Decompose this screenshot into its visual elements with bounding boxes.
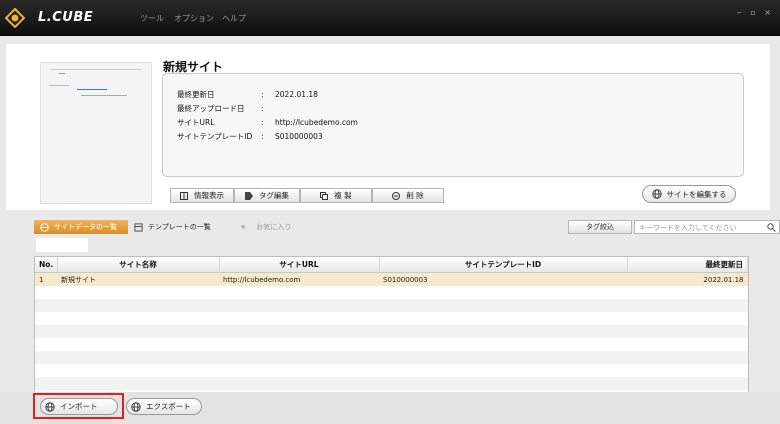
tag-filter-button[interactable]: タグ絞込 [568,220,632,234]
info-button[interactable]: 情報表示 [170,188,234,203]
site-info-box: 最終更新日:2022.01.18 最終アップロード日: サイトURL: http:… [162,73,744,177]
tag-edit-button[interactable]: タグ編集 [234,188,300,203]
delete-button[interactable]: 削 除 [372,188,444,203]
empty-row [35,299,748,312]
search-icon[interactable] [767,223,776,232]
col-header-updated[interactable]: 最終更新日 [627,257,748,273]
empty-row [35,325,748,338]
tag-icon [245,191,253,200]
empty-row [35,364,748,377]
lcube-logo-icon [5,8,25,28]
copy-icon [320,191,329,200]
info-row-updated: 最終更新日:2022.01.18 [177,90,318,99]
col-header-site-url[interactable]: サイトURL [219,257,380,273]
info-row-url: サイトURL: http://lcubedemo.com [177,118,358,127]
info-row-template-id: サイトテンプレートID: S010000003 [177,132,323,141]
star-icon: ★ [240,223,247,231]
tab-underlay [36,238,88,252]
copy-button[interactable]: 複 製 [300,188,372,203]
tab-site-list[interactable]: サイトデータの一覧 [34,220,128,234]
empty-row [35,312,748,325]
col-header-no[interactable]: No. [35,257,58,273]
globe-icon [651,189,662,199]
tab-favorites[interactable]: ★ お気に入り [240,220,320,234]
site-table: No. サイト名称 サイトURL サイトテンプレートID 最終更新日 1 新規サ… [34,256,749,406]
menu-options[interactable]: オプション [174,13,214,24]
template-icon [134,222,143,232]
empty-row [35,377,748,390]
app-logo-text: L.CUBE [38,10,94,25]
col-header-template-id[interactable]: サイトテンプレートID [379,257,628,273]
title-bar: L.CUBE ツール オプション ヘルプ ‒ ▫ × [0,0,780,36]
table-row[interactable]: 1 新規サイト http://lcubedemo.com S010000003 … [35,272,748,286]
table-header-row: No. サイト名称 サイトURL サイトテンプレートID 最終更新日 [35,257,748,273]
cell-updated: 2022.01.18 [627,272,748,286]
action-toolbar: 情報表示 タグ編集 複 製 削 除 [170,188,444,203]
empty-row [35,351,748,364]
book-icon [180,191,188,200]
cell-template-id: S010000003 [379,272,627,286]
cell-site-url: http://lcubedemo.com [219,272,379,286]
col-header-site-name[interactable]: サイト名称 [57,257,220,273]
site-thumbnail [40,62,152,204]
cell-site-name: 新規サイト [57,272,219,286]
export-button[interactable]: エクスポート [126,398,202,415]
search-input[interactable]: キーワードを入力してください [634,220,780,234]
info-row-uploaded: 最終アップロード日: [177,104,264,113]
window-controls[interactable]: ‒ ▫ × [737,8,774,17]
cell-no: 1 [35,272,57,286]
import-highlight-box [33,393,124,419]
tab-template-list[interactable]: テンプレートの一覧 [134,220,234,234]
empty-row [35,338,748,351]
menu-tools[interactable]: ツール [140,13,164,24]
minus-circle-icon [392,191,401,200]
menu-help[interactable]: ヘルプ [222,13,246,24]
list-tab-bar: サイトデータの一覧 テンプレートの一覧 ★ お気に入り タグ絞込 キーワードを入… [34,220,780,234]
globe-icon [131,401,141,412]
edit-site-button[interactable]: サイトを編集する [642,185,736,203]
empty-row [35,286,748,299]
globe-icon [40,222,49,232]
